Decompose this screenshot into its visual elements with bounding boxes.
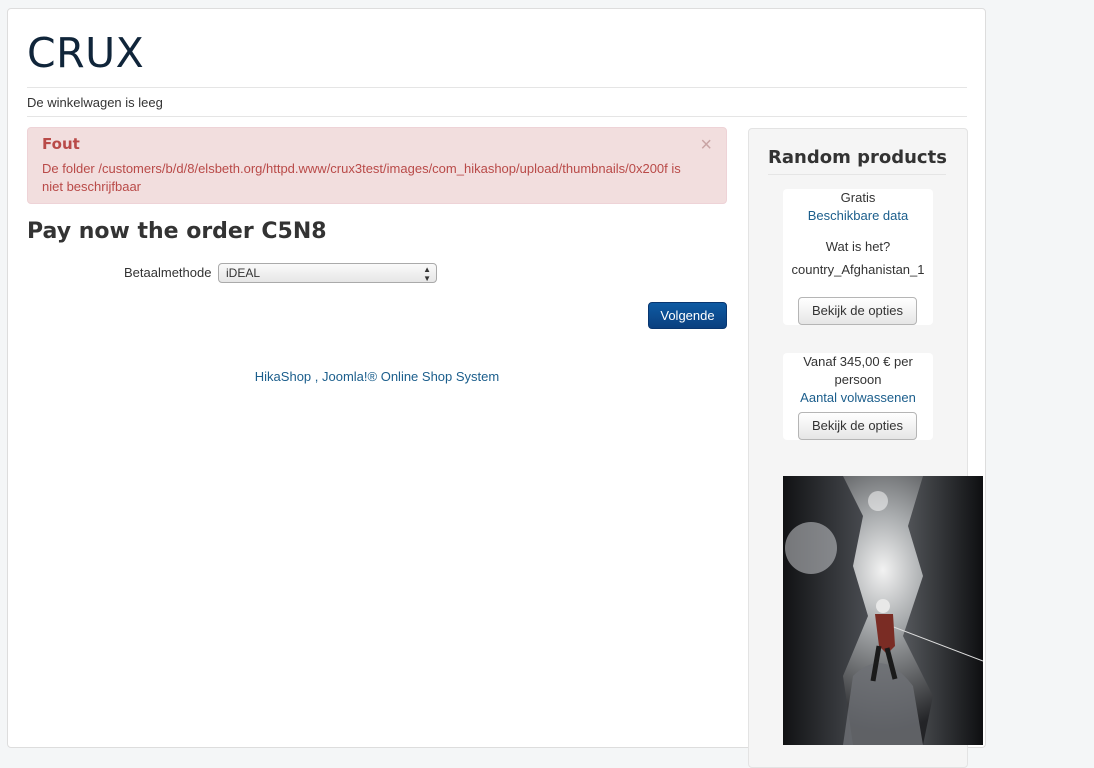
product-card: Gratis Beschikbare data Wat is het? coun… xyxy=(783,189,933,325)
divider xyxy=(27,116,967,117)
available-dates-link[interactable]: Beschikbare data xyxy=(808,208,908,223)
alert-message: De folder /customers/b/d/8/elsbeth.org/h… xyxy=(42,161,681,194)
product-price: Gratis xyxy=(840,190,876,205)
footer-credits: HikaShop , Joomla!® Online Shop System xyxy=(27,369,727,384)
product-price-unit: persoon xyxy=(834,372,882,387)
select-arrows-icon: ▲ ▼ xyxy=(423,265,431,283)
error-alert: Fout De folder /customers/b/d/8/elsbeth.… xyxy=(27,127,727,204)
payment-method-label: Betaalmethode xyxy=(124,265,212,280)
alert-title: Fout xyxy=(42,135,80,153)
product-photo[interactable] xyxy=(783,476,983,745)
divider xyxy=(768,174,946,175)
close-icon[interactable]: × xyxy=(700,134,712,157)
payment-method-value: iDEAL xyxy=(226,266,261,280)
footer-separator: , xyxy=(311,369,322,384)
adults-count-link[interactable]: Aantal volwassenen xyxy=(800,390,916,405)
view-options-button[interactable]: Bekijk de opties xyxy=(798,297,917,325)
product-question: Wat is het? xyxy=(825,239,891,254)
sidebar-title: Random products xyxy=(768,147,947,168)
view-options-button[interactable]: Bekijk de opties xyxy=(798,412,917,440)
next-button[interactable]: Volgende xyxy=(648,302,727,329)
cart-status: De winkelwagen is leeg xyxy=(27,95,163,110)
joomla-shop-link[interactable]: Joomla!® Online Shop System xyxy=(322,369,499,384)
product-value: country_Afghanistan_1 xyxy=(791,262,925,277)
page-container: CRUX De winkelwagen is leeg Fout De fold… xyxy=(7,8,986,768)
product-card: Vanaf 345,00 € per persoon Aantal volwas… xyxy=(783,353,933,440)
page-title: Pay now the order C5N8 xyxy=(27,219,327,244)
hikashop-link[interactable]: HikaShop xyxy=(255,369,311,384)
canyoning-photo-image xyxy=(783,476,983,745)
payment-method-select[interactable]: iDEAL ▲ ▼ xyxy=(218,263,437,283)
divider xyxy=(27,87,967,88)
product-price: Vanaf 345,00 € per xyxy=(803,354,913,369)
site-brand[interactable]: CRUX xyxy=(27,29,144,77)
